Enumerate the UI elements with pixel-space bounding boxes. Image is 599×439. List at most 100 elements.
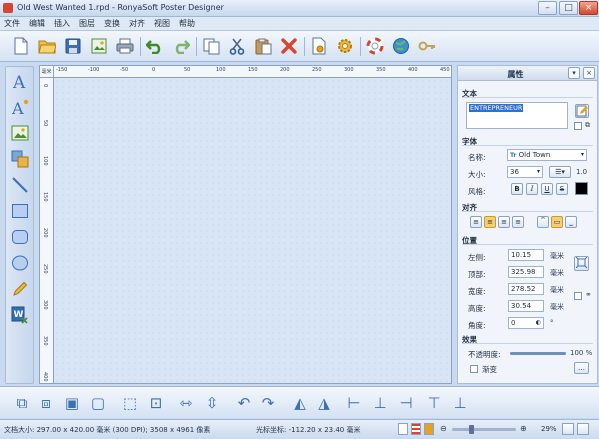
align-center-icon[interactable]: ⊥ — [370, 393, 390, 413]
undo-icon[interactable] — [145, 36, 165, 56]
line-tool-icon[interactable] — [10, 175, 30, 195]
maximize-button[interactable]: □ — [559, 1, 578, 15]
copy-icon[interactable] — [201, 36, 221, 56]
horizontal-ruler[interactable]: -150 -100 -50 0 50 100 150 200 250 300 350 400 450 — [54, 66, 451, 78]
curved-text-tool-icon[interactable]: A — [10, 97, 30, 117]
menu-transform[interactable]: 变换 — [100, 17, 125, 30]
paste-icon-small[interactable]: ⧉ — [585, 121, 590, 130]
keep-ratio-checkbox[interactable] — [574, 292, 582, 300]
zoom-slider-thumb[interactable] — [469, 425, 475, 434]
menu-help[interactable]: 帮助 — [175, 17, 200, 30]
register-icon[interactable] — [417, 36, 437, 56]
image-tool-icon[interactable] — [10, 123, 30, 143]
close-button[interactable]: × — [579, 1, 598, 15]
cut-icon[interactable] — [227, 36, 247, 56]
top-input[interactable]: 325.98 — [508, 266, 544, 278]
menu-file[interactable]: 文件 — [0, 17, 25, 30]
vertical-ruler[interactable]: 0 50 100 150 200 250 300 350 400 — [40, 78, 54, 383]
poster-canvas[interactable] — [54, 78, 451, 383]
panel-dropdown-button[interactable]: ▾ — [568, 67, 580, 79]
group-icon[interactable]: ⧉ — [12, 393, 32, 413]
guides-view-icon[interactable] — [424, 423, 434, 435]
gradient-options-button[interactable]: … — [574, 362, 589, 374]
flip-vertical-icon[interactable]: ◮ — [314, 393, 334, 413]
rotate-left-icon[interactable]: ↶ — [234, 393, 254, 413]
valign-middle-icon[interactable]: ▭ — [551, 216, 563, 228]
valign-top-icon[interactable]: ⎴ — [537, 216, 549, 228]
rectangle-tool-icon[interactable] — [10, 201, 30, 221]
fit-selection-icon[interactable]: ⊡ — [146, 393, 166, 413]
text-option-checkbox[interactable] — [574, 122, 582, 130]
zoom-level-text: 29% — [541, 425, 557, 433]
redo-icon[interactable] — [171, 36, 191, 56]
delete-icon[interactable] — [279, 36, 299, 56]
align-left-icon[interactable]: ≡ — [470, 216, 482, 228]
angle-input[interactable]: 0 ◐ — [508, 317, 544, 329]
zoom-slider-track[interactable] — [452, 425, 516, 434]
page-view-icon[interactable] — [398, 423, 408, 435]
font-name-select[interactable]: Tr Old Town ▾ — [507, 149, 587, 161]
align-right-icon[interactable]: ⊣ — [396, 393, 416, 413]
left-input[interactable]: 10.15 — [508, 249, 544, 261]
gradient-checkbox[interactable] — [470, 365, 478, 373]
new-icon[interactable] — [11, 36, 31, 56]
page-settings-icon[interactable] — [309, 36, 329, 56]
strikethrough-button[interactable]: S — [556, 183, 568, 195]
font-size-select[interactable]: 36 ▾ — [507, 166, 543, 178]
panel-close-button[interactable]: × — [583, 67, 595, 79]
opacity-slider-track[interactable] — [510, 352, 566, 355]
menu-layer[interactable]: 图层 — [75, 17, 100, 30]
fit-size-button[interactable] — [574, 256, 589, 271]
menu-view[interactable]: 视图 — [150, 17, 175, 30]
align-bottom-icon[interactable]: ⊥ — [450, 393, 470, 413]
align-top-icon[interactable]: ⊤ — [424, 393, 444, 413]
align-justify-icon[interactable]: ≡ — [512, 216, 524, 228]
preferences-icon[interactable] — [335, 36, 355, 56]
send-back-icon[interactable]: ▢ — [88, 393, 108, 413]
actual-size-icon[interactable] — [577, 423, 589, 435]
rotate-right-icon[interactable]: ↷ — [258, 393, 278, 413]
pencil-tool-icon[interactable] — [10, 279, 30, 299]
text-tool-icon[interactable]: A — [10, 71, 30, 91]
align-center-icon[interactable]: ≡ — [484, 216, 496, 228]
underline-button[interactable]: U — [541, 183, 553, 195]
font-color-swatch[interactable] — [575, 182, 588, 195]
menu-edit[interactable]: 编辑 — [25, 17, 50, 30]
print-icon[interactable] — [115, 36, 135, 56]
fit-page-icon[interactable]: ⬚ — [120, 393, 140, 413]
help-icon[interactable] — [365, 36, 385, 56]
align-right-icon[interactable]: ≡ — [498, 216, 510, 228]
fit-height-icon[interactable]: ⇳ — [202, 393, 222, 413]
bold-button[interactable]: B — [511, 183, 523, 195]
save-icon[interactable] — [63, 36, 83, 56]
edit-text-button[interactable] — [575, 104, 589, 118]
ruler-tick-label: 300 — [344, 67, 354, 73]
rounded-rectangle-tool-icon[interactable] — [10, 227, 30, 247]
export-icon[interactable] — [89, 36, 109, 56]
word-art-tool-icon[interactable]: W — [10, 305, 30, 325]
align-left-icon[interactable]: ⊢ — [344, 393, 364, 413]
text-content-field[interactable]: ENTREPRENEUR — [466, 102, 568, 129]
fit-page-icon[interactable] — [562, 423, 574, 435]
menu-align[interactable]: 对齐 — [125, 17, 150, 30]
fit-width-icon[interactable]: ⇿ — [176, 393, 196, 413]
valign-bottom-icon[interactable]: ⎵ — [565, 216, 577, 228]
paste-icon[interactable] — [253, 36, 273, 56]
italic-button[interactable]: I — [526, 183, 538, 195]
flip-horizontal-icon[interactable]: ◭ — [290, 393, 310, 413]
open-icon[interactable] — [37, 36, 57, 56]
bring-front-icon[interactable]: ▣ — [62, 393, 82, 413]
height-input[interactable]: 30.54 — [508, 300, 544, 312]
zoom-out-icon[interactable]: ⊖ — [440, 424, 447, 433]
ungroup-icon[interactable]: ⧈ — [36, 393, 56, 413]
web-icon[interactable] — [391, 36, 411, 56]
width-input[interactable]: 278.52 — [508, 283, 544, 295]
ellipse-tool-icon[interactable] — [10, 253, 30, 273]
line-spacing-button[interactable]: ☰▾ — [549, 166, 571, 178]
properties-title: 属性 — [507, 70, 524, 79]
clipart-tool-icon[interactable] — [10, 149, 30, 169]
minimize-button[interactable]: – — [538, 1, 557, 15]
zoom-in-icon[interactable]: ⊕ — [520, 424, 527, 433]
menu-insert[interactable]: 插入 — [50, 17, 75, 30]
grid-view-icon[interactable] — [411, 423, 421, 435]
